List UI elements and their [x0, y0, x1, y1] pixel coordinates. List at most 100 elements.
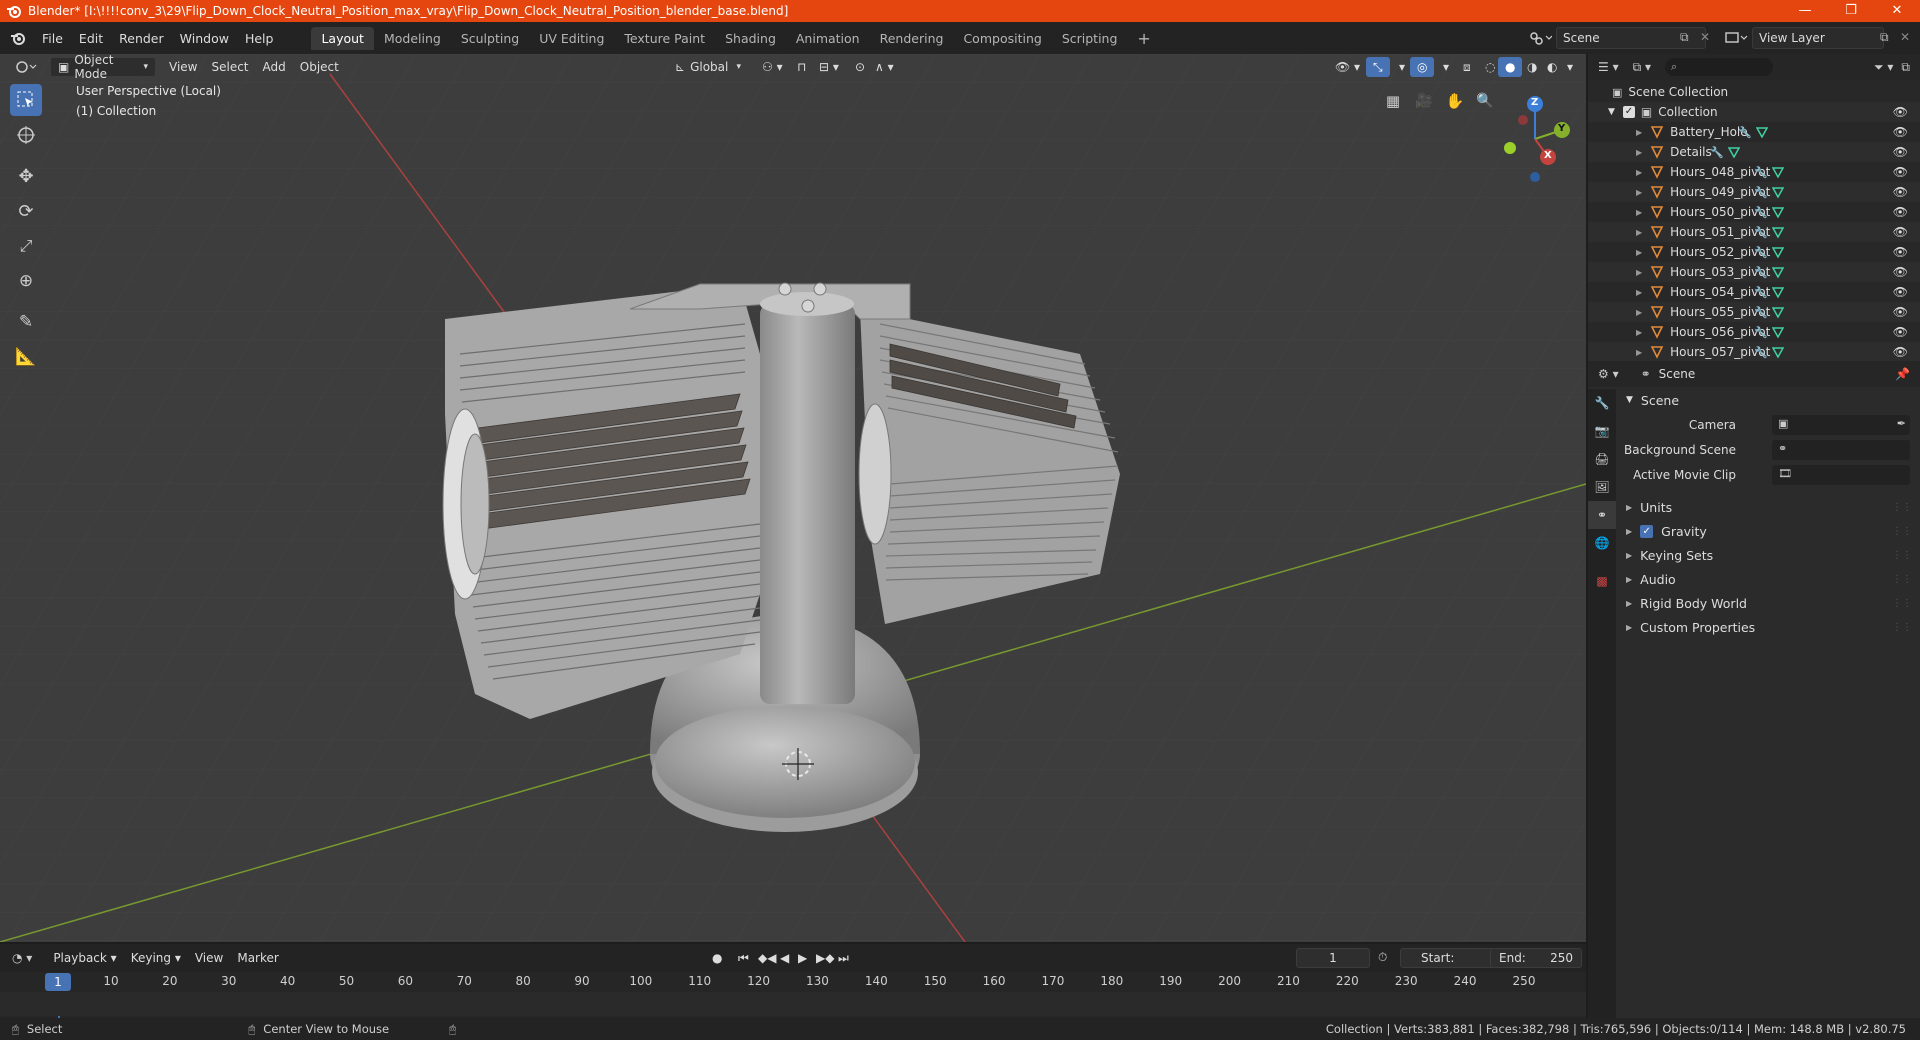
mesh-data-icon[interactable] — [1772, 186, 1784, 198]
toggle-grid-view-button[interactable]: ▦ — [1380, 88, 1406, 114]
move-tool[interactable]: ✥ — [10, 160, 42, 192]
new-view-layer-icon[interactable]: ⧉ — [1880, 30, 1889, 45]
disclosure-triangle-icon[interactable]: ▶ — [1636, 308, 1642, 317]
overlays-dropdown-icon[interactable]: ▾ — [1436, 57, 1456, 77]
eye-icon[interactable]: 👁 — [1893, 125, 1908, 139]
subpanel-header[interactable]: ▶ Units ⋮⋮ — [1616, 496, 1920, 518]
drag-handle-icon[interactable]: ⋮⋮ — [1892, 574, 1912, 585]
annotate-tool[interactable]: ✎ — [10, 306, 42, 338]
outliner-item[interactable]: ▶ Hours_054_pivot 🔧 👁 — [1588, 282, 1920, 302]
pan-view-button[interactable]: ✋ — [1442, 88, 1468, 114]
menu-add[interactable]: Add — [256, 57, 293, 77]
next-keyframe-icon[interactable]: ▶◆ — [816, 951, 834, 965]
mesh-data-icon[interactable] — [1772, 246, 1784, 258]
tab-shading[interactable]: Shading — [715, 27, 786, 50]
outliner-scene-collection[interactable]: ▣ Scene Collection — [1588, 82, 1920, 102]
transform-orientation-dropdown[interactable]: ⊾ Global ▾ — [668, 57, 748, 77]
delete-scene-icon[interactable]: ✕ — [1700, 30, 1710, 44]
pivot-point-icon[interactable]: ⚇ ▾ — [755, 57, 790, 77]
modifier-wrench-icon[interactable]: 🔧 — [1754, 306, 1768, 319]
tab-scripting[interactable]: Scripting — [1052, 27, 1128, 50]
eye-icon[interactable]: 👁 — [1893, 225, 1908, 239]
menu-help[interactable]: Help — [237, 31, 282, 46]
disclosure-triangle-icon[interactable]: ▶ — [1636, 168, 1642, 177]
filter-icon[interactable]: ⏷ ▾ — [1874, 60, 1893, 75]
new-collection-icon[interactable]: ⧉ — [1901, 60, 1910, 75]
outliner-item[interactable]: ▶ Hours_052_pivot 🔧 👁 — [1588, 242, 1920, 262]
eye-icon[interactable]: 👁 — [1893, 285, 1908, 299]
modifier-wrench-icon[interactable]: 🔧 — [1754, 286, 1768, 299]
outliner-item[interactable]: ▶ Hours_048_pivot 🔧 👁 — [1588, 162, 1920, 182]
modifier-wrench-icon[interactable]: 🔧 — [1754, 226, 1768, 239]
outliner-collection[interactable]: ▼ ✓ ▣ Collection 👁 — [1588, 102, 1920, 122]
outliner-item[interactable]: ▶ Details 🔧 👁 — [1588, 142, 1920, 162]
eye-icon[interactable]: 👁 — [1893, 205, 1908, 219]
modifier-wrench-icon[interactable]: 🔧 — [1754, 326, 1768, 339]
subpanel-header[interactable]: ▶ ✓ Gravity ⋮⋮ — [1616, 520, 1920, 542]
outliner-search-input[interactable]: ⌕ — [1665, 58, 1774, 76]
outliner-item[interactable]: ▶ Hours_055_pivot 🔧 👁 — [1588, 302, 1920, 322]
disclosure-triangle-icon[interactable]: ▶ — [1636, 248, 1642, 257]
drag-handle-icon[interactable]: ⋮⋮ — [1892, 526, 1912, 537]
eye-icon[interactable]: 👁 — [1893, 265, 1908, 279]
modifier-wrench-icon[interactable]: 🔧 — [1754, 346, 1768, 359]
property-field[interactable]: 🎞 — [1772, 465, 1910, 485]
jump-start-icon[interactable]: ⏮ — [738, 951, 749, 966]
tab-scene[interactable]: ⚭ — [1588, 501, 1616, 529]
menu-edit[interactable]: Edit — [71, 31, 111, 46]
tab-rendering[interactable]: Rendering — [870, 27, 954, 50]
tab-layout[interactable]: Layout — [311, 26, 374, 50]
menu-select[interactable]: Select — [204, 57, 255, 77]
subpanel-header[interactable]: ▶ Rigid Body World ⋮⋮ — [1616, 592, 1920, 614]
eye-icon[interactable]: 👁 — [1893, 305, 1908, 319]
new-scene-icon[interactable]: ⧉ — [1680, 30, 1689, 45]
mesh-data-icon[interactable] — [1756, 126, 1768, 138]
pin-icon[interactable]: 📌 — [1895, 367, 1910, 381]
tab-uv-editing[interactable]: UV Editing — [529, 27, 614, 50]
menu-marker[interactable]: Marker — [230, 948, 285, 968]
disclosure-triangle-icon[interactable]: ▶ — [1636, 228, 1642, 237]
editor-type-button[interactable] — [8, 57, 46, 77]
disclosure-triangle-icon[interactable]: ▶ — [1636, 268, 1642, 277]
mesh-data-icon[interactable] — [1772, 286, 1784, 298]
menu-file[interactable]: File — [34, 31, 71, 46]
gizmo-neg-y[interactable] — [1504, 142, 1516, 154]
delete-view-layer-icon[interactable]: ✕ — [1900, 30, 1910, 44]
stopwatch-icon[interactable]: ⏱ — [1378, 950, 1387, 965]
eye-icon[interactable]: 👁 — [1893, 245, 1908, 259]
disclosure-triangle-icon[interactable]: ▼ — [1608, 107, 1615, 117]
eye-icon[interactable]: 👁 — [1893, 345, 1908, 359]
tab-view-layer[interactable]: 🖼 — [1588, 473, 1616, 501]
overlays-toggle-icon[interactable]: ◎ — [1410, 57, 1435, 77]
drag-handle-icon[interactable]: ⋮⋮ — [1892, 550, 1912, 561]
mesh-data-icon[interactable] — [1772, 306, 1784, 318]
maximize-button[interactable]: ❐ — [1828, 0, 1874, 22]
timeline-editor-icon[interactable]: ◔ ▾ — [12, 951, 32, 965]
subpanel-header[interactable]: ▶ Custom Properties ⋮⋮ — [1616, 616, 1920, 638]
property-field[interactable]: ⚭ — [1772, 440, 1910, 460]
end-frame-field[interactable]: End: 250 — [1490, 948, 1582, 968]
current-frame-marker[interactable]: 1 — [45, 973, 71, 991]
modifier-wrench-icon[interactable]: 🔧 — [1754, 266, 1768, 279]
current-frame-field[interactable]: 1 — [1296, 948, 1370, 968]
record-icon[interactable]: ● — [712, 951, 722, 965]
visibility-selectability-icon[interactable]: 👁 ▾ — [1328, 57, 1367, 77]
tab-animation[interactable]: Animation — [786, 27, 870, 50]
outliner-item[interactable]: ▶ Battery_Hole 🔧 👁 — [1588, 122, 1920, 142]
prev-keyframe-icon[interactable]: ◆◀ — [758, 951, 776, 965]
play-icon[interactable]: ▶ — [798, 951, 807, 965]
eye-icon[interactable]: 👁 — [1893, 105, 1908, 119]
menu-render[interactable]: Render — [111, 31, 172, 46]
modifier-wrench-icon[interactable]: 🔧 — [1754, 246, 1768, 259]
navigation-gizmo[interactable]: Z Y X — [1490, 84, 1580, 194]
select-box-tool[interactable] — [10, 84, 42, 116]
mesh-data-icon[interactable] — [1772, 166, 1784, 178]
mesh-data-icon[interactable] — [1772, 206, 1784, 218]
scene-section-header[interactable]: ▼ Scene — [1616, 389, 1920, 411]
subpanel-header[interactable]: ▶ Keying Sets ⋮⋮ — [1616, 544, 1920, 566]
exclude-checkbox[interactable]: ✓ — [1622, 106, 1635, 118]
scene-icon[interactable] — [1528, 30, 1552, 46]
properties-editor-icon[interactable]: ⚙ ▾ — [1598, 367, 1619, 381]
transform-tool[interactable]: ⊕ — [10, 265, 42, 297]
outliner-item[interactable]: ▶ Hours_051_pivot 🔧 👁 — [1588, 222, 1920, 242]
